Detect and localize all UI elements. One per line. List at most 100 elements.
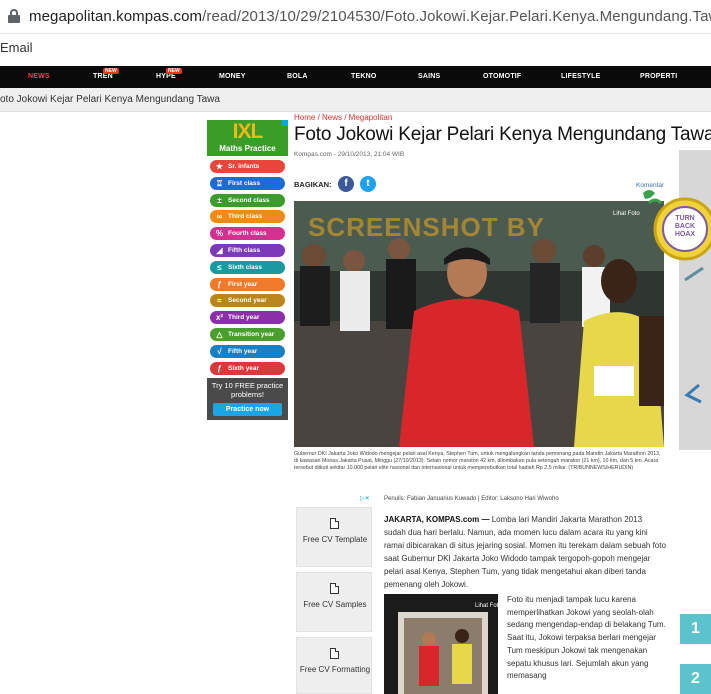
grade-label: Sixth class <box>228 263 262 271</box>
sticky-title: oto Jokowi Kejar Pelari Kenya Mengundang… <box>0 94 220 105</box>
comment-link[interactable]: Komentar <box>636 182 664 189</box>
grade-label: Sr. infants <box>228 163 260 170</box>
grade-icon: ≈ <box>217 296 222 306</box>
grade-icon: ◢ <box>216 246 223 255</box>
url-path: /read/2013/10/29/2104530/Foto.Jokowi.Kej… <box>202 8 711 25</box>
nav-hype[interactable]: HYPE <box>156 73 176 80</box>
lihat-foto-link[interactable]: Lihat Foto <box>613 211 640 217</box>
adchoices-icon[interactable] <box>282 120 288 126</box>
bookmarks-bar: Email <box>0 34 711 64</box>
cv-ad-label: Free CV Samples <box>303 600 367 609</box>
photo-caption: Gubernur DKI Jakarta Joko Widodo mengeja… <box>294 451 661 471</box>
inset-photo[interactable] <box>384 594 498 694</box>
ixl-tagline: Maths Practice <box>219 144 276 153</box>
grade-icon: ± <box>217 195 222 205</box>
nav-bola[interactable]: BOLA <box>287 73 308 80</box>
grade-icon: △ <box>216 330 223 339</box>
grade-icon: x² <box>215 313 224 323</box>
grade-label: Sixth year <box>228 364 260 372</box>
grade-label: Second class <box>228 196 270 204</box>
ixl-promo-text: Try 10 FREE practice problems! <box>211 381 284 399</box>
ixl-grade-button[interactable]: △ Transition year <box>210 328 285 341</box>
ixl-grade-button[interactable]: ◢ Fifth class <box>210 244 285 257</box>
twitter-share-icon[interactable]: t <box>360 176 376 192</box>
grade-label: Second year <box>228 297 267 305</box>
url-host: megapolitan.kompas.com <box>29 8 203 25</box>
ixl-grade-button[interactable]: ƒ Sixth year <box>210 361 285 375</box>
document-icon <box>330 648 339 659</box>
grade-icon: ★ <box>215 162 224 171</box>
author-line: Penulis: Fabian Januarius Kuwado | Edito… <box>384 496 559 502</box>
screenshot-watermark: SCREENSHOT BY <box>308 212 545 242</box>
turn-back-hoax-badge: TURN BACK HOAX <box>641 189 711 269</box>
inset-lihat-foto-link[interactable]: Lihat Foto <box>475 603 502 609</box>
grade-icon: % <box>215 229 224 239</box>
inset-photo-illustration <box>384 594 498 694</box>
ixl-grade-button[interactable]: √ Fifth year <box>210 344 285 358</box>
grade-label: Fourth class <box>228 230 267 238</box>
ixl-grade-button[interactable]: ≤ Sixth class <box>210 260 285 274</box>
address-bar[interactable]: megapolitan.kompas.com/read/2013/10/29/2… <box>0 0 711 34</box>
nav-tren[interactable]: TREN <box>93 73 113 80</box>
ad-info-icon[interactable]: ▷✕ <box>360 495 374 504</box>
nav-news[interactable]: NEWS <box>28 73 50 80</box>
document-icon <box>330 518 339 529</box>
nav-hype-badge: NEW <box>166 68 182 74</box>
url-text[interactable]: megapolitan.kompas.com/read/2013/10/29/2… <box>29 8 711 25</box>
grade-icon: ƒ <box>217 363 222 373</box>
cv-ad-formatting[interactable]: Free CV Formatting <box>296 637 372 694</box>
grade-icon: ∞ <box>216 212 223 222</box>
ixl-grade-button[interactable]: ♖ First class <box>210 176 285 190</box>
grade-label: Fifth class <box>228 247 261 254</box>
grade-label: First year <box>228 280 258 288</box>
nav-tekno[interactable]: TEKNO <box>351 73 377 80</box>
nav-money[interactable]: MONEY <box>219 73 246 80</box>
ixl-grade-button[interactable]: % Fourth class <box>210 227 285 241</box>
article-title: Foto Jokowi Kejar Pelari Kenya Mengundan… <box>294 124 711 145</box>
grade-label: Transition year <box>228 331 275 338</box>
practice-now-button[interactable]: Practice now <box>213 403 282 416</box>
grade-icon: √ <box>217 346 222 356</box>
ixl-logo[interactable]: IXL Maths Practice <box>207 120 288 156</box>
hoax-badge-text: TURN BACK HOAX <box>674 215 696 238</box>
ixl-promo: Try 10 FREE practice problems! Practice … <box>207 378 288 420</box>
ixl-grade-button[interactable]: x² Third year <box>210 311 285 325</box>
cv-ad-label: Free CV Template <box>302 535 368 544</box>
bookmark-email[interactable]: Email <box>0 40 33 55</box>
cv-ad-label: Free CV Formatting <box>299 665 371 674</box>
grade-label: First class <box>228 179 261 187</box>
grade-label: Third year <box>228 314 260 322</box>
article-second-paragraph: Foto itu menjadi tampak lucu karena memp… <box>507 595 666 681</box>
nav-otomotif[interactable]: OTOMOTIF <box>483 73 521 80</box>
grade-icon: ƒ <box>217 279 222 289</box>
nav-tren-badge: NEW <box>103 68 119 74</box>
main-nav: NEWS TREN NEW HYPE NEW MONEY BOLA TEKNO … <box>0 66 711 88</box>
nav-properti[interactable]: PROPERTI <box>640 73 677 80</box>
grade-label: Fifth year <box>228 347 258 355</box>
ixl-grade-button[interactable]: ∞ Third class <box>210 210 285 224</box>
article-byline: Kompas.com - 29/10/2013, 21:04 WIB <box>294 151 405 158</box>
ixl-brand: IXL <box>232 120 264 143</box>
lock-icon <box>8 9 20 23</box>
share-label: BAGIKAN: <box>294 180 332 189</box>
dateline: JAKARTA, KOMPAS.com — <box>384 515 490 524</box>
ixl-grade-button[interactable]: ± Second class <box>210 193 285 207</box>
grade-icon: ♖ <box>215 178 224 188</box>
ixl-grade-button[interactable]: ≈ Second year <box>210 294 285 308</box>
cv-ad-template[interactable]: Free CV Template <box>296 507 372 567</box>
breadcrumb[interactable]: Home / News / Megapolitan <box>294 113 392 122</box>
lead-text: Lomba lari Mandiri Jakarta Marathon 2013… <box>384 515 666 589</box>
cv-ad-samples[interactable]: Free CV Samples <box>296 572 372 632</box>
side-number-2[interactable]: 2 <box>680 664 711 694</box>
ixl-ad[interactable]: IXL Maths Practice ★ Sr. infants ♖ First cl… <box>207 120 288 420</box>
document-icon <box>330 583 339 594</box>
nav-lifestyle[interactable]: LIFESTYLE <box>561 73 601 80</box>
ixl-grade-button[interactable]: ★ Sr. infants <box>210 160 285 173</box>
nav-sains[interactable]: SAINS <box>418 73 440 80</box>
sticky-title-bar: oto Jokowi Kejar Pelari Kenya Mengundang… <box>0 88 711 112</box>
facebook-share-icon[interactable]: f <box>338 176 354 192</box>
ixl-grade-button[interactable]: ƒ First year <box>210 277 285 291</box>
grade-icon: ≤ <box>217 262 222 272</box>
side-number-1[interactable]: 1 <box>680 614 711 644</box>
article-lead-paragraph: JAKARTA, KOMPAS.com — Lomba lari Mandiri… <box>384 513 666 591</box>
